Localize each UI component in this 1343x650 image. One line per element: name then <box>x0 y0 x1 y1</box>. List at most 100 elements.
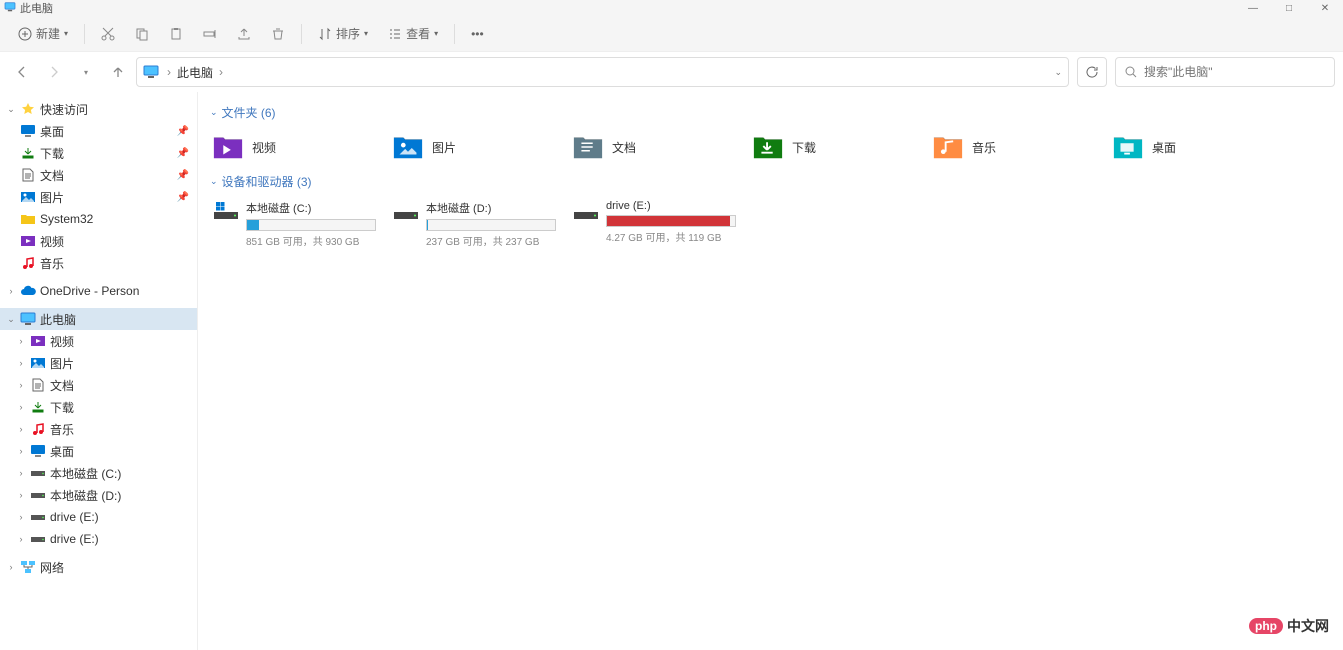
address-bar[interactable]: › 此电脑 › ⌄ <box>136 57 1069 87</box>
folder-item[interactable]: 下载 <box>750 129 930 165</box>
sidebar-item[interactable]: › 本地磁盘 (D:) <box>0 484 197 506</box>
sidebar-item[interactable]: › 视频 <box>0 330 197 352</box>
recent-button[interactable]: ▾ <box>72 58 100 86</box>
caret-right-icon[interactable]: › <box>16 336 26 346</box>
sidebar-label: 文档 <box>40 167 64 184</box>
sidebar-item[interactable]: › drive (E:) <box>0 506 197 528</box>
back-button[interactable] <box>8 58 36 86</box>
caret-right-icon[interactable]: › <box>16 490 26 500</box>
sidebar-item[interactable]: 桌面 📌 <box>0 120 197 142</box>
breadcrumb[interactable]: 此电脑 <box>173 64 217 81</box>
sidebar-item[interactable]: 视频 <box>0 230 197 252</box>
drive-item[interactable]: 本地磁盘 (C:) 851 GB 可用，共 930 GB <box>210 198 390 250</box>
chevron-right-icon[interactable]: › <box>217 65 225 79</box>
picture-icon <box>30 355 46 371</box>
drive-icon <box>572 202 600 222</box>
delete-button[interactable] <box>263 20 293 48</box>
caret-right-icon[interactable]: › <box>16 402 26 412</box>
caret-right-icon[interactable]: › <box>16 534 26 544</box>
share-button[interactable] <box>229 20 259 48</box>
sidebar-item[interactable]: › 下载 <box>0 396 197 418</box>
sidebar-label: 下载 <box>40 145 64 162</box>
minimize-button[interactable]: — <box>1235 0 1271 16</box>
refresh-button[interactable] <box>1077 57 1107 87</box>
toolbar: 新建 ▾ 排序 ▾ 查看 ▾ ••• <box>0 16 1343 52</box>
folder-item[interactable]: 桌面 <box>1110 129 1290 165</box>
chevron-down-icon[interactable]: ⌄ <box>1054 67 1062 78</box>
video-icon <box>20 233 36 249</box>
sidebar-onedrive[interactable]: › OneDrive - Person <box>0 280 197 302</box>
chevron-down-icon: ▾ <box>364 29 368 38</box>
star-icon <box>20 101 36 117</box>
folder-icon <box>1112 131 1144 163</box>
maximize-button[interactable]: □ <box>1271 0 1307 16</box>
folder-item[interactable]: 文档 <box>570 129 750 165</box>
caret-right-icon[interactable]: › <box>16 424 26 434</box>
caret-right-icon[interactable]: › <box>16 512 26 522</box>
chevron-right-icon[interactable]: › <box>165 65 173 79</box>
search-input[interactable] <box>1144 65 1326 79</box>
document-icon <box>30 377 46 393</box>
sidebar-item[interactable]: System32 <box>0 208 197 230</box>
chevron-down-icon: ▾ <box>64 29 68 38</box>
sidebar-network[interactable]: › 网络 <box>0 556 197 578</box>
caret-right-icon[interactable]: › <box>16 468 26 478</box>
desktop-icon <box>20 123 36 139</box>
sidebar-label: 音乐 <box>40 255 64 272</box>
folder-item[interactable]: 视频 <box>210 129 390 165</box>
sidebar-item[interactable]: › 文档 <box>0 374 197 396</box>
sidebar-label: 快速访问 <box>40 101 88 118</box>
rename-button[interactable] <box>195 20 225 48</box>
cut-button[interactable] <box>93 20 123 48</box>
sidebar-item[interactable]: 下载 📌 <box>0 142 197 164</box>
drives-section-header[interactable]: ⌄ 设备和驱动器 (3) <box>210 173 1331 190</box>
sidebar-item[interactable]: › 桌面 <box>0 440 197 462</box>
close-button[interactable]: ✕ <box>1307 0 1343 16</box>
drive-item[interactable]: drive (E:) 4.27 GB 可用，共 119 GB <box>570 198 750 250</box>
sidebar-label: 网络 <box>40 559 64 576</box>
drive-capacity-bar <box>606 215 736 227</box>
caret-right-icon[interactable]: › <box>16 358 26 368</box>
sidebar-label: 此电脑 <box>40 311 76 328</box>
paste-button[interactable] <box>161 20 191 48</box>
folder-icon <box>20 211 36 227</box>
desktop-icon <box>30 443 46 459</box>
copy-button[interactable] <box>127 20 157 48</box>
caret-down-icon: ⌄ <box>210 176 218 187</box>
sidebar-label: 视频 <box>50 333 74 350</box>
sidebar-item[interactable]: 图片 📌 <box>0 186 197 208</box>
folder-label: 音乐 <box>972 139 996 156</box>
sidebar-quick-access[interactable]: ⌄ 快速访问 <box>0 98 197 120</box>
sort-button[interactable]: 排序 ▾ <box>310 20 376 48</box>
caret-down-icon[interactable]: ⌄ <box>6 314 16 325</box>
sidebar-item[interactable]: › 本地磁盘 (C:) <box>0 462 197 484</box>
caret-right-icon[interactable]: › <box>6 562 16 572</box>
up-button[interactable] <box>104 58 132 86</box>
sidebar-item[interactable]: › drive (E:) <box>0 528 197 550</box>
sidebar-item[interactable]: › 图片 <box>0 352 197 374</box>
drive-item[interactable]: 本地磁盘 (D:) 237 GB 可用，共 237 GB <box>390 198 570 250</box>
caret-down-icon[interactable]: ⌄ <box>6 104 16 115</box>
folder-label: 视频 <box>252 139 276 156</box>
folder-item[interactable]: 音乐 <box>930 129 1110 165</box>
folder-item[interactable]: 图片 <box>390 129 570 165</box>
more-button[interactable]: ••• <box>463 20 492 48</box>
caret-right-icon[interactable]: › <box>16 446 26 456</box>
monitor-icon <box>4 2 16 14</box>
drive-icon <box>392 202 420 222</box>
sidebar-label: 文档 <box>50 377 74 394</box>
caret-right-icon[interactable]: › <box>16 380 26 390</box>
sidebar-this-pc[interactable]: ⌄ 此电脑 <box>0 308 197 330</box>
sidebar-item[interactable]: › 音乐 <box>0 418 197 440</box>
search-box[interactable] <box>1115 57 1335 87</box>
new-button[interactable]: 新建 ▾ <box>10 20 76 48</box>
forward-button[interactable] <box>40 58 68 86</box>
pin-icon: 📌 <box>177 148 189 159</box>
copy-icon <box>135 27 149 41</box>
sidebar-item[interactable]: 文档 📌 <box>0 164 197 186</box>
folders-section-header[interactable]: ⌄ 文件夹 (6) <box>210 104 1331 121</box>
view-button[interactable]: 查看 ▾ <box>380 20 446 48</box>
download-icon <box>20 145 36 161</box>
sidebar-item[interactable]: 音乐 <box>0 252 197 274</box>
caret-right-icon[interactable]: › <box>6 286 16 296</box>
